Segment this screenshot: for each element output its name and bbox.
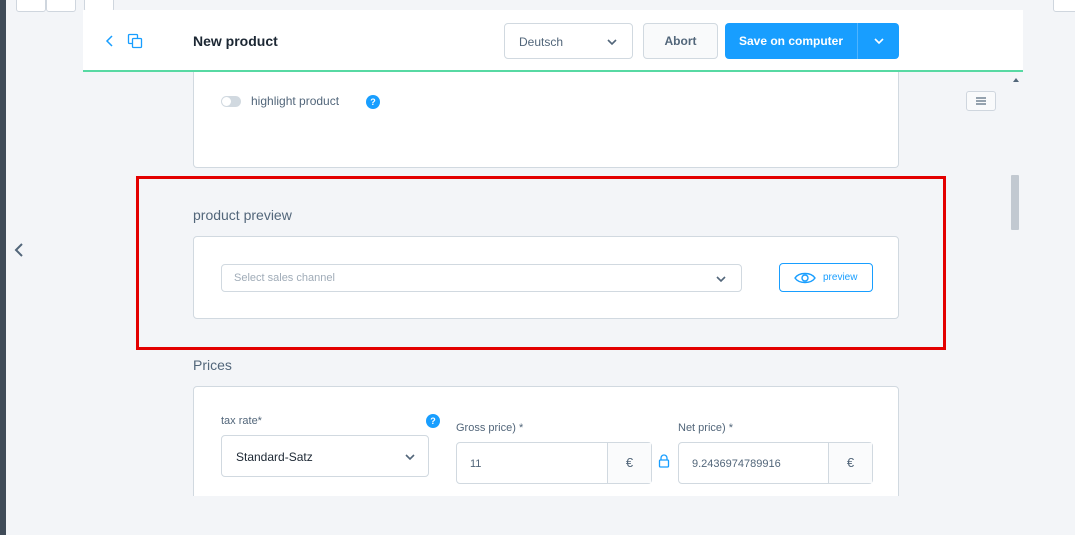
language-select-value: Deutsch bbox=[519, 35, 564, 49]
product-modal: New product Deutsch Abort Save on comput… bbox=[83, 10, 1023, 496]
preview-button-label: preview bbox=[823, 272, 858, 283]
highlight-toggle[interactable] bbox=[221, 96, 241, 107]
duplicate-icon[interactable] bbox=[127, 33, 143, 49]
top-toolbar-button[interactable] bbox=[16, 0, 46, 12]
abort-button[interactable]: Abort bbox=[643, 23, 718, 59]
scrollbar-track[interactable] bbox=[1009, 72, 1023, 496]
preview-button[interactable]: preview bbox=[779, 263, 873, 292]
scrollbar-thumb[interactable] bbox=[1011, 175, 1019, 230]
language-select[interactable]: Deutsch bbox=[504, 23, 633, 59]
menu-icon bbox=[976, 97, 986, 105]
product-preview-card: Select sales channel preview bbox=[193, 236, 899, 319]
back-arrow-icon[interactable] bbox=[103, 34, 115, 48]
sales-channel-select[interactable]: Select sales channel bbox=[221, 264, 742, 292]
chevron-down-icon bbox=[874, 38, 884, 45]
tax-rate-select[interactable]: Standard-Satz bbox=[221, 435, 429, 477]
scroll-up-arrow[interactable] bbox=[1013, 78, 1019, 82]
eye-icon bbox=[794, 272, 816, 284]
gross-price-value: 11 bbox=[470, 458, 482, 470]
tax-rate-label: tax rate* bbox=[221, 415, 262, 427]
chevron-down-icon bbox=[607, 39, 617, 46]
prices-title: Prices bbox=[193, 357, 232, 373]
gross-price-field[interactable]: 11 € bbox=[456, 442, 652, 484]
sidebar-menu-button[interactable] bbox=[966, 91, 996, 111]
chevron-left-icon[interactable] bbox=[12, 240, 26, 260]
help-icon[interactable]: ? bbox=[366, 95, 380, 109]
page-title: New product bbox=[193, 33, 278, 49]
top-right-toolbar-button[interactable] bbox=[1053, 0, 1075, 12]
gross-currency-suffix: € bbox=[607, 443, 651, 483]
lock-icon[interactable] bbox=[658, 454, 670, 468]
net-price-label: Net price) * bbox=[678, 422, 734, 434]
net-price-value: 9.2436974789916 bbox=[692, 458, 781, 470]
gross-price-label: Gross price) * bbox=[456, 422, 524, 434]
help-icon[interactable]: ? bbox=[426, 414, 440, 428]
modal-header: New product Deutsch Abort Save on comput… bbox=[83, 10, 1023, 72]
highlight-toggle-label: highlight product bbox=[251, 94, 340, 108]
save-options-button[interactable] bbox=[857, 23, 899, 59]
save-button[interactable]: Save on computer bbox=[725, 23, 857, 59]
chevron-down-icon bbox=[716, 276, 726, 283]
product-preview-title: product preview bbox=[193, 207, 292, 223]
net-currency-suffix: € bbox=[828, 443, 872, 483]
top-toolbar-button[interactable] bbox=[46, 0, 76, 12]
tax-rate-value: Standard-Satz bbox=[236, 450, 313, 464]
highlight-card: highlight product ? bbox=[193, 72, 899, 168]
left-window-edge bbox=[0, 0, 6, 535]
net-price-field[interactable]: 9.2436974789916 € bbox=[678, 442, 873, 484]
chevron-down-icon bbox=[405, 454, 415, 461]
sales-channel-placeholder: Select sales channel bbox=[234, 272, 335, 284]
prices-card: tax rate* ? Standard-Satz Gross price) *… bbox=[193, 386, 899, 496]
